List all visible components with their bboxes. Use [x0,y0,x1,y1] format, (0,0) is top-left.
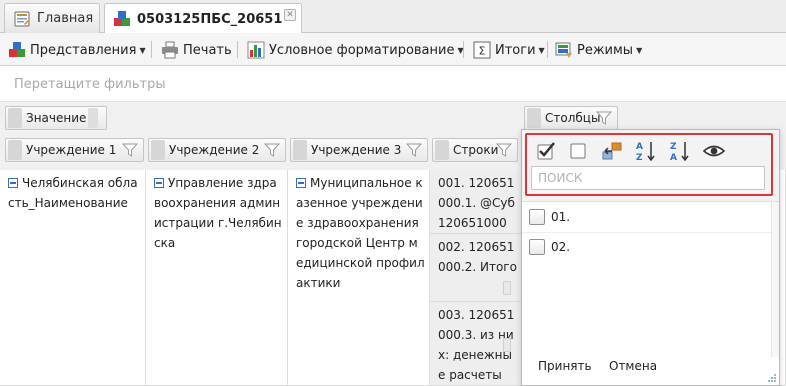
filter-hint: Перетащите фильтры [14,77,166,92]
institution1-value: Челябинская область_Наименование [8,176,138,210]
drag-handle[interactable] [8,140,22,160]
popup-scrollbar[interactable] [771,202,779,357]
institution1-field-label: Учреждение 1 [26,143,117,157]
svg-text:Σ: Σ [479,45,486,58]
column-filter-popup: A Z Z A 01. 02. Принять О [521,129,780,386]
rows-field-label: Строки [453,143,499,157]
home-form-icon [13,10,31,28]
institution2-cell[interactable]: Управление здравоохранения администрации… [146,170,288,386]
checkbox[interactable] [529,239,545,255]
value-field-chip[interactable]: Значение [5,106,107,130]
print-button[interactable]: Печать [161,39,232,61]
drag-handle[interactable] [88,108,98,128]
printer-icon [161,41,179,59]
print-label: Печать [183,42,232,58]
toolbar-divider [463,41,464,58]
institution3-cell[interactable]: Муниципальное казенное учреждение здраво… [288,170,430,386]
tab-report[interactable]: 0503125ПБС_20651 ✕ [104,3,302,34]
chevron-down-icon: ▼ [538,45,545,55]
filter-icon[interactable] [406,143,422,157]
totals-label: Итоги [495,42,536,58]
tab-home-label: Главная [37,11,94,26]
divider [522,232,772,233]
institution1-cell[interactable]: Челябинская область_Наименование [0,170,146,386]
modes-menu-button[interactable]: Режимы ▼ [555,39,642,61]
drag-handle[interactable] [151,140,165,160]
cancel-button[interactable]: Отмена [609,359,657,373]
filter-drop-zone[interactable]: Перетащите фильтры [0,67,786,102]
collapse-icon[interactable] [296,178,306,188]
institution3-field-chip[interactable]: Учреждение 3 [290,138,428,162]
modes-label: Режимы [577,42,634,58]
chevron-down-icon: ▼ [139,45,146,55]
columns-field-label: Столбцы [545,111,601,125]
value-field-label: Значение [26,111,87,125]
toolbar-divider [237,41,238,58]
option-02[interactable]: 02. [529,236,570,258]
rows-field-chip[interactable]: Строки [432,138,518,162]
bar-chart-icon [247,41,265,59]
drag-handle[interactable] [435,140,449,160]
filter-icon[interactable] [496,143,512,157]
resize-grip-icon[interactable] [768,374,776,382]
row-header-cell[interactable]: 001. 120651000.1. @Суб120651000 [430,170,522,234]
views-label: Представления [30,42,137,58]
collapse-icon[interactable] [154,178,164,188]
toolbar-divider [151,41,152,58]
filter-icon[interactable] [122,143,138,157]
apply-button[interactable]: Принять [538,359,592,373]
institution2-field-label: Учреждение 2 [169,143,260,157]
toolbar-highlight-frame [525,133,773,196]
toolbar: Представления ▼ Печать Условное форматир… [0,33,786,66]
views-menu-button[interactable]: Представления ▼ [8,39,146,61]
checkbox[interactable] [529,209,545,225]
drag-handle[interactable] [527,108,541,128]
conditional-formatting-menu-button[interactable]: Условное форматирование ▼ [247,39,464,61]
institution2-field-chip[interactable]: Учреждение 2 [148,138,286,162]
tab-strip: Главная 0503125ПБС_20651 ✕ [0,0,786,34]
row-label: 002. 120651000.2. Итого [438,240,517,274]
modes-icon [555,41,573,59]
drag-handle[interactable] [293,140,307,160]
tab-report-label: 0503125ПБС_20651 [137,11,283,27]
columns-field-chip[interactable]: Столбцы [524,106,618,130]
conditional-formatting-label: Условное форматирование [269,42,455,58]
row-header-cell[interactable]: 002. 120651000.2. Итого [430,234,522,302]
institution1-field-chip[interactable]: Учреждение 1 [5,138,144,162]
drag-handle[interactable] [8,108,22,128]
popup-toolbar: A Z Z A [522,130,779,202]
drag-handle[interactable] [503,338,511,352]
option-label: 02. [551,240,571,254]
drag-handle[interactable] [503,281,511,295]
tab-home[interactable]: Главная [4,3,100,33]
option-01[interactable]: 01. [529,206,570,228]
option-label: 01. [551,210,571,224]
cubes-icon [113,10,131,28]
totals-menu-button[interactable]: Σ Итоги ▼ [473,39,545,61]
sigma-icon: Σ [473,41,491,59]
tab-close-button[interactable]: ✕ [284,9,296,21]
institution3-field-label: Учреждение 3 [311,143,402,157]
row-label: 001. 120651000.1. @Суб120651000 [438,176,515,230]
filter-icon[interactable] [596,111,612,125]
institution3-value: Муниципальное казенное учреждение здраво… [296,176,425,290]
row-header-cell[interactable]: 003. 120651000.3. из них: денежные расче… [430,302,522,386]
institution2-value: Управление здравоохранения администрации… [154,176,282,250]
filter-icon[interactable] [264,143,280,157]
cubes-icon [8,41,26,59]
collapse-icon[interactable] [8,178,18,188]
chevron-down-icon: ▼ [636,45,643,55]
toolbar-divider [547,41,548,58]
